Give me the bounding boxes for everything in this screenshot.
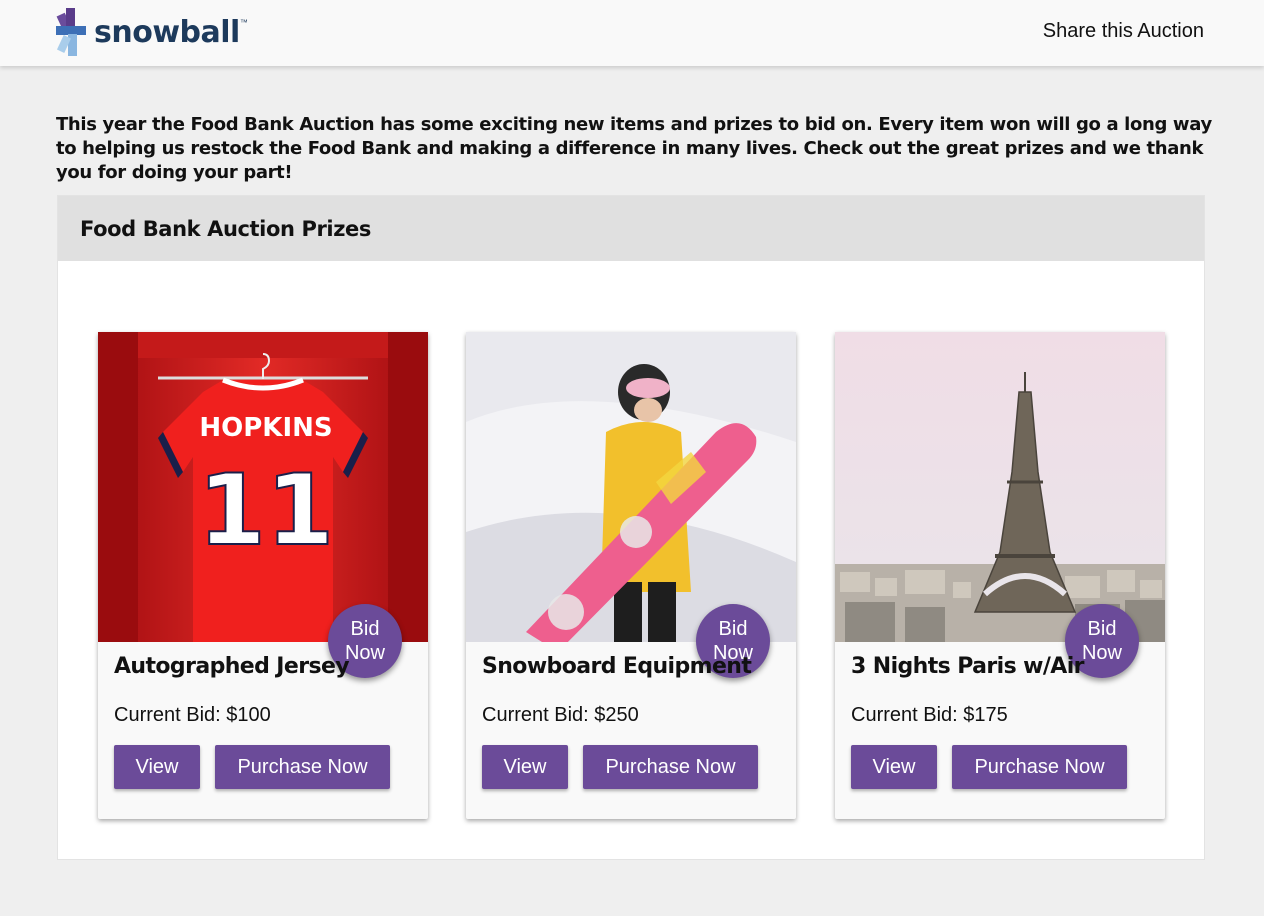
view-button[interactable]: View	[851, 745, 937, 789]
view-button[interactable]: View	[482, 745, 568, 789]
prize-card-jersey: HOPKINS 11 Bid Now Autographed Jersey Cu…	[98, 332, 428, 819]
snowball-logo-icon	[56, 8, 86, 56]
card-title: 3 Nights Paris w/Air	[851, 654, 1085, 679]
snowball-logo[interactable]: snowball ™	[56, 6, 248, 60]
prize-card-paris: Bid Now 3 Nights Paris w/Air Current Bid…	[835, 332, 1165, 819]
current-bid: Current Bid: $250	[482, 704, 639, 726]
logo-trademark: ™	[239, 18, 248, 27]
top-bar: snowball ™ Share this Auction	[0, 0, 1264, 66]
logo-text: snowball	[94, 14, 240, 50]
prizes-panel: Food Bank Auction Prizes HOPKINS 11 Bid …	[57, 195, 1205, 860]
purchase-now-button[interactable]: Purchase Now	[952, 745, 1127, 789]
intro-text: This year the Food Bank Auction has some…	[56, 114, 1212, 183]
jersey-image[interactable]: HOPKINS 11	[98, 332, 428, 642]
card-title: Snowboard Equipment	[482, 654, 752, 679]
share-auction-link[interactable]: Share this Auction	[1043, 20, 1204, 43]
prize-card-snowboard: Bid Now Snowboard Equipment Current Bid:…	[466, 332, 796, 819]
jersey-name-text: HOPKINS	[199, 413, 332, 443]
jersey-number-text: 11	[198, 454, 334, 568]
purchase-now-button[interactable]: Purchase Now	[583, 745, 758, 789]
card-title: Autographed Jersey	[114, 654, 350, 679]
view-button[interactable]: View	[114, 745, 200, 789]
current-bid: Current Bid: $100	[114, 704, 271, 726]
paris-image[interactable]	[835, 332, 1165, 642]
snowboard-image[interactable]	[466, 332, 796, 642]
panel-title: Food Bank Auction Prizes	[80, 216, 371, 241]
current-bid: Current Bid: $175	[851, 704, 1008, 726]
panel-header: Food Bank Auction Prizes	[58, 196, 1204, 261]
purchase-now-button[interactable]: Purchase Now	[215, 745, 390, 789]
